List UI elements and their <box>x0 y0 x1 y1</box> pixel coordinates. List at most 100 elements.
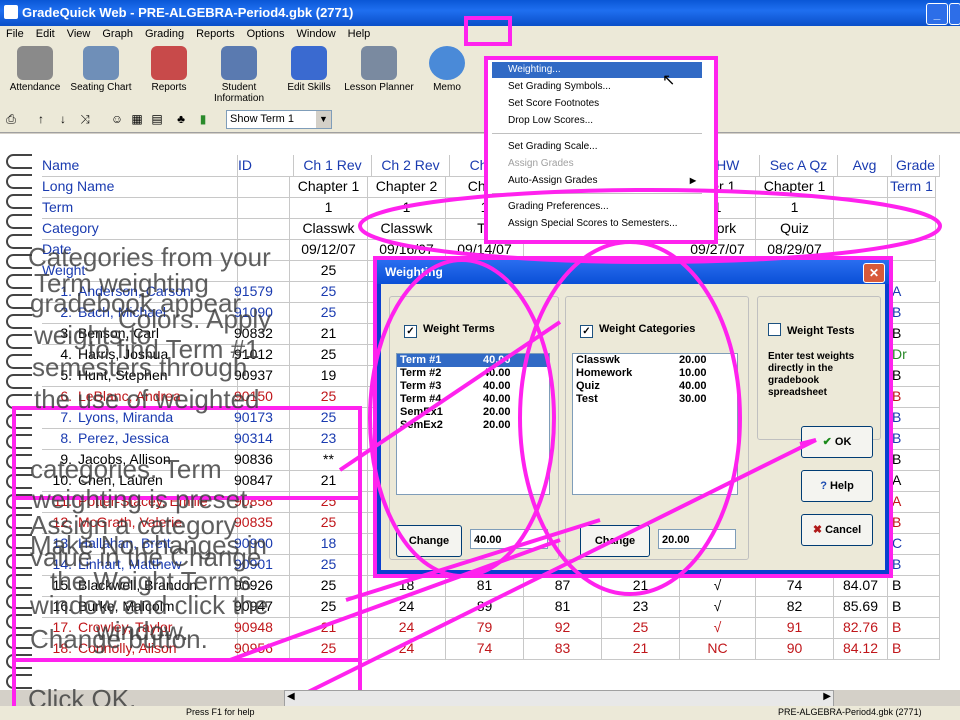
header-cell[interactable] <box>234 218 290 240</box>
score-cell[interactable]: 21 <box>290 470 368 492</box>
weight-list-item[interactable]: Classwk 20.00 <box>573 354 737 367</box>
weight-list-item[interactable]: Term #3 40.00 <box>397 380 549 393</box>
score-cell[interactable]: 24 <box>368 617 446 639</box>
menu-options[interactable]: Options <box>241 26 291 42</box>
header-cell[interactable] <box>234 197 290 219</box>
tree-icon[interactable]: ♣ <box>174 112 188 126</box>
score-cell[interactable]: 25 <box>290 512 368 534</box>
student-info-tool[interactable]: Student Information <box>204 46 274 104</box>
cancel-button[interactable]: ✖ Cancel <box>801 514 873 546</box>
grade-cell[interactable]: B <box>888 512 940 534</box>
show-term-select[interactable]: Show Term 1 ▼ <box>226 110 332 129</box>
grade-cell[interactable]: B <box>888 365 940 387</box>
menu-window[interactable]: Window <box>291 26 342 42</box>
column-header[interactable]: Ch 1 Rev <box>294 155 372 177</box>
scroll-left-icon[interactable]: ◀ <box>287 691 295 702</box>
header-cell[interactable]: Classwk <box>290 218 368 240</box>
score-cell[interactable]: 19 <box>290 365 368 387</box>
score-cell[interactable]: 23 <box>290 428 368 450</box>
header-cell[interactable]: Chapter 1 <box>756 176 834 198</box>
grid-icon[interactable]: ▦ <box>130 112 144 126</box>
score-cell[interactable]: 25 <box>290 344 368 366</box>
people-icon[interactable]: ☺ <box>110 112 124 126</box>
header-cell[interactable]: 09/12/07 <box>290 239 368 261</box>
minimize-button[interactable]: _ <box>926 3 948 25</box>
weight-list-item[interactable]: Quiz 40.00 <box>573 380 737 393</box>
score-cell[interactable]: NC <box>680 638 756 660</box>
header-row-label[interactable]: Term <box>42 197 238 219</box>
grade-cell[interactable]: B <box>888 302 940 324</box>
score-cell[interactable]: 25 <box>290 596 368 618</box>
column-header[interactable]: Ch 2 Rev <box>372 155 450 177</box>
score-cell[interactable]: 25 <box>290 554 368 576</box>
menu-file[interactable]: File <box>0 26 30 42</box>
menu-item-assign-grades[interactable]: Assign Grades <box>492 156 702 172</box>
weight-list-item[interactable]: SemEx2 20.00 <box>397 419 549 432</box>
student-id[interactable]: 90836 <box>234 449 290 471</box>
grade-cell[interactable]: Dr <box>888 344 940 366</box>
edit-skills-tool[interactable]: Edit Skills <box>274 46 344 93</box>
help-button[interactable]: ? Help <box>801 470 873 502</box>
menu-item-special-scores[interactable]: Assign Special Scores to Semesters... <box>492 216 702 232</box>
weight-categories-checkbox[interactable]: ✓ Weight Categories <box>580 323 695 338</box>
score-cell[interactable]: 21 <box>290 323 368 345</box>
score-cell[interactable]: 74 <box>446 638 524 660</box>
student-id[interactable]: 90956 <box>234 638 290 660</box>
grade-cell[interactable]: B <box>888 596 940 618</box>
header-cell[interactable]: 1 <box>368 197 446 219</box>
menu-item-score-footnotes[interactable]: Set Score Footnotes <box>492 96 702 112</box>
grade-cell[interactable]: B <box>888 638 940 660</box>
score-cell[interactable]: 25 <box>290 575 368 597</box>
header-cell[interactable]: Chapter 2 <box>368 176 446 198</box>
chevron-down-icon[interactable]: ▼ <box>316 111 331 128</box>
score-cell[interactable]: 24 <box>368 596 446 618</box>
column-header[interactable]: Name <box>42 155 238 177</box>
score-cell[interactable]: 91 <box>756 617 834 639</box>
score-cell[interactable]: 84.12 <box>834 638 888 660</box>
weight-terms-change-button[interactable]: Change <box>396 525 462 557</box>
header-cell[interactable] <box>834 176 888 198</box>
score-cell[interactable]: 25 <box>290 281 368 303</box>
score-cell[interactable]: 85.69 <box>834 596 888 618</box>
menu-view[interactable]: View <box>61 26 97 42</box>
weight-list-item[interactable]: Term #4 40.00 <box>397 393 549 406</box>
header-row-label[interactable]: Category <box>42 218 238 240</box>
score-cell[interactable]: 74 <box>756 575 834 597</box>
score-cell[interactable]: 18 <box>368 575 446 597</box>
header-cell[interactable]: Classwk <box>368 218 446 240</box>
scroll-right-icon[interactable]: ▶ <box>823 691 831 702</box>
grade-cell[interactable]: B <box>888 575 940 597</box>
student-id[interactable]: 90314 <box>234 428 290 450</box>
score-cell[interactable]: 23 <box>602 596 680 618</box>
score-cell[interactable]: 89 <box>446 596 524 618</box>
print-icon[interactable]: ⎙ <box>4 112 18 126</box>
grade-cell[interactable]: A <box>888 491 940 513</box>
column-header[interactable]: Grade <box>892 155 940 177</box>
header-cell[interactable] <box>834 218 888 240</box>
grade-cell[interactable]: A <box>888 281 940 303</box>
grade-cell[interactable]: B <box>888 407 940 429</box>
maximize-button[interactable] <box>949 3 960 25</box>
memo-tool[interactable]: Memo <box>412 46 482 93</box>
score-cell[interactable]: 79 <box>446 617 524 639</box>
weight-list-item[interactable]: Test 30.00 <box>573 393 737 406</box>
weight-categories-change-button[interactable]: Change <box>580 525 650 557</box>
header-cell[interactable]: Quiz <box>756 218 834 240</box>
ok-button[interactable]: ✔ OK <box>801 426 873 458</box>
score-cell[interactable]: 81 <box>446 575 524 597</box>
score-cell[interactable]: 21 <box>602 638 680 660</box>
column-header[interactable]: Sec A Qz <box>760 155 838 177</box>
header-cell[interactable]: 1 <box>290 197 368 219</box>
menu-item-auto-assign-grades[interactable]: Auto-Assign Grades ▶ <box>492 173 702 189</box>
weight-terms-checkbox[interactable]: ✓ Weight Terms <box>404 323 495 338</box>
grade-cell[interactable]: C <box>888 533 940 555</box>
header-row-label[interactable]: Long Name <box>42 176 238 198</box>
score-cell[interactable]: 87 <box>524 575 602 597</box>
score-cell[interactable]: 92 <box>524 617 602 639</box>
reports-tool[interactable]: Reports <box>134 46 204 93</box>
score-cell[interactable]: 24 <box>368 638 446 660</box>
menu-item-grading-preferences[interactable]: Grading Preferences... <box>492 199 702 215</box>
menu-help[interactable]: Help <box>342 26 377 42</box>
score-cell[interactable]: 82.76 <box>834 617 888 639</box>
score-cell[interactable]: 25 <box>290 407 368 429</box>
